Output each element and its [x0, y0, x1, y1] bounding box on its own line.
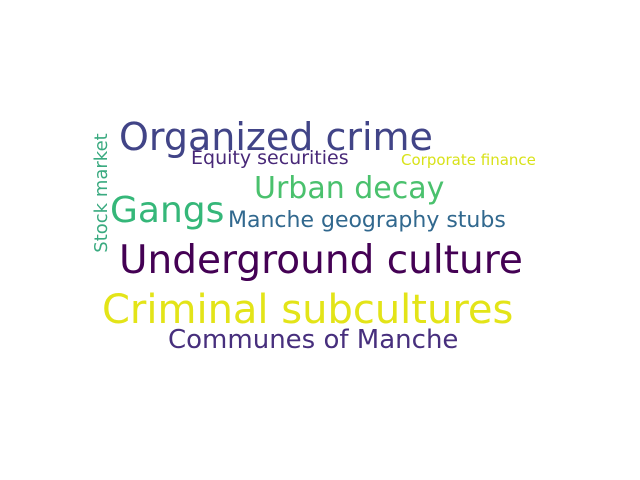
word-equity-securities: Equity securities — [191, 147, 349, 169]
word-cloud: Organized crime Equity securities Corpor… — [0, 0, 640, 480]
word-manche-geography-stubs: Manche geography stubs — [228, 208, 506, 233]
word-gangs: Gangs — [110, 190, 225, 231]
word-underground-culture: Underground culture — [119, 238, 523, 283]
word-corporate-finance: Corporate finance — [401, 151, 536, 169]
word-urban-decay: Urban decay — [254, 171, 445, 206]
word-stock-market: Stock market — [91, 133, 112, 253]
word-communes-of-manche: Communes of Manche — [168, 325, 459, 355]
word-criminal-subcultures: Criminal subcultures — [102, 287, 514, 333]
